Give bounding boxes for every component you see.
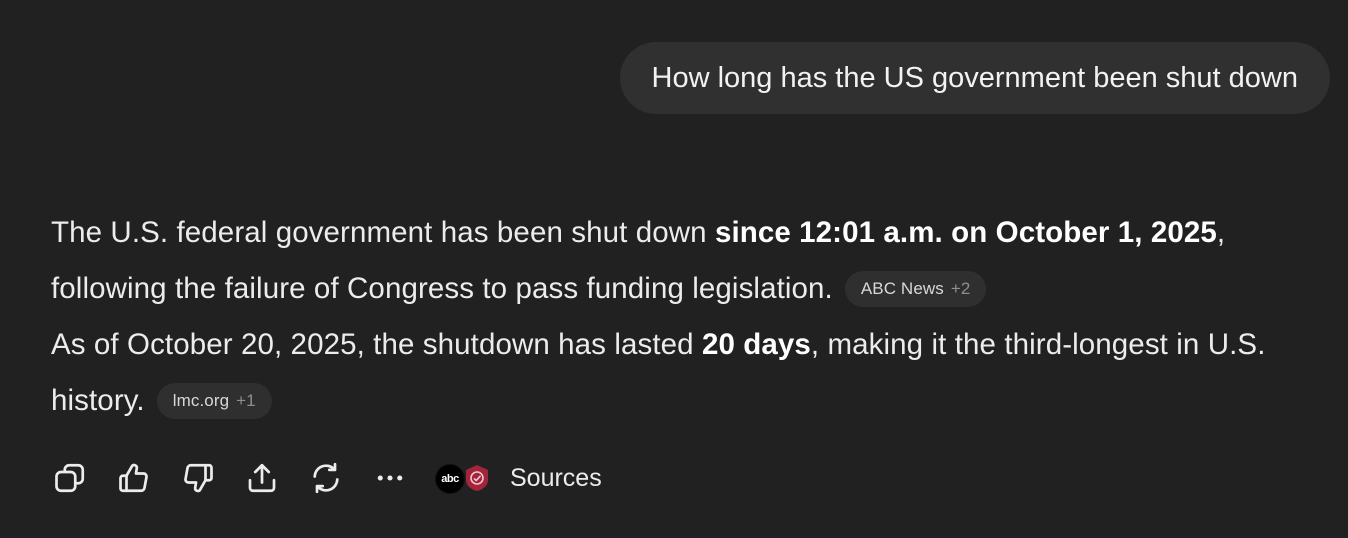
good-response-button[interactable] <box>115 456 153 500</box>
bad-response-button[interactable] <box>179 456 217 500</box>
thumbs-down-icon <box>184 463 213 493</box>
more-actions-button[interactable] <box>371 456 409 500</box>
copy-icon <box>55 463 85 493</box>
citation-more-count: +1 <box>236 391 256 410</box>
citation-more-count: +2 <box>950 279 971 298</box>
answer-text: As of October 20, 2025, the shutdown has… <box>51 328 702 361</box>
regenerate-button[interactable] <box>307 456 345 500</box>
message-action-bar: abc Sources <box>51 456 602 500</box>
more-icon <box>377 475 403 481</box>
answer-paragraph-1: The U.S. federal government has been shu… <box>51 205 1341 317</box>
share-button[interactable] <box>243 456 281 500</box>
thumbs-up-icon <box>119 463 148 493</box>
answer-bold-text: since 12:01 a.m. on October 1, 2025 <box>714 216 1217 249</box>
user-message-bubble: How long has the US government been shut… <box>619 42 1330 114</box>
abc-news-logo-icon: abc <box>435 464 465 494</box>
chat-page: How long has the US government been shut… <box>0 0 1348 538</box>
sources-button[interactable]: abc Sources <box>435 460 602 496</box>
assistant-answer: The U.S. federal government has been shu… <box>51 205 1341 429</box>
citation-source-label: ABC News <box>860 279 944 298</box>
copy-button[interactable] <box>51 456 89 500</box>
answer-text: The U.S. federal government has been shu… <box>51 216 715 249</box>
lmc-logo-icon <box>466 465 488 491</box>
answer-paragraph-2: As of October 20, 2025, the shutdown has… <box>51 317 1341 429</box>
user-message-text: How long has the US government been shut… <box>651 61 1298 94</box>
answer-bold-text: 20 days <box>701 328 811 361</box>
regenerate-icon <box>313 462 339 494</box>
citation-chip-lmc-org[interactable]: lmc.org +1 <box>156 383 272 419</box>
source-favicons: abc <box>435 460 493 496</box>
share-icon <box>248 463 276 493</box>
sources-label: Sources <box>510 463 602 492</box>
citation-chip-abc-news[interactable]: ABC News +2 <box>844 271 987 307</box>
citation-source-label: lmc.org <box>172 391 230 410</box>
